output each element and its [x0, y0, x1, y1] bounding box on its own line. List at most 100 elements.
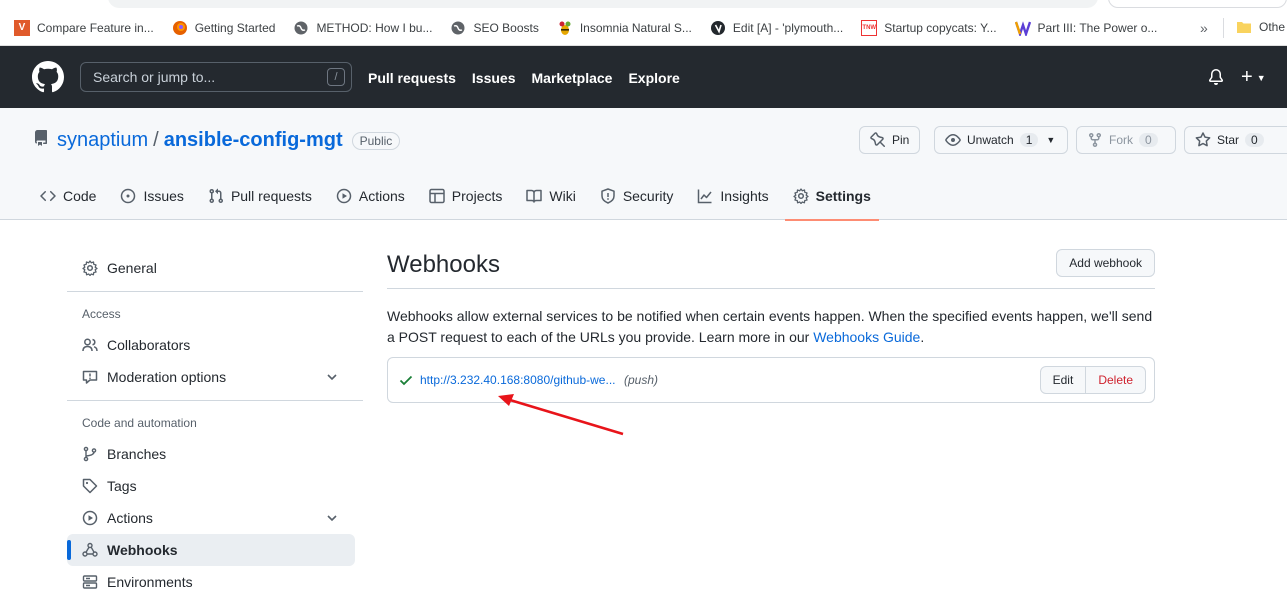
edit-webhook-button[interactable]: Edit [1039, 366, 1087, 394]
webhook-url-link[interactable]: http://3.232.40.168:8080/github-we... [420, 373, 615, 387]
sidebar-item-webhooks[interactable]: Webhooks [67, 534, 355, 566]
medium-icon [1014, 20, 1031, 36]
firefox-icon [172, 20, 188, 36]
profile-pill[interactable] [1108, 0, 1287, 8]
tab-projects[interactable]: Projects [421, 178, 511, 220]
bookmark-label: Getting Started [194, 20, 276, 35]
table-icon [429, 188, 445, 204]
browser-toolbar [0, 0, 1287, 10]
tab-label: Issues [143, 188, 184, 204]
tab-wiki[interactable]: Wiki [518, 178, 583, 220]
code-icon [40, 188, 56, 204]
more-bookmarks-button[interactable]: » [1200, 20, 1208, 36]
sidebar-divider [67, 400, 363, 401]
shield-icon [600, 188, 616, 204]
add-webhook-button[interactable]: Add webhook [1056, 249, 1155, 277]
other-bookmarks[interactable]: Othe [1236, 19, 1285, 35]
tag-icon [82, 478, 98, 494]
sidebar-item-label: General [107, 260, 157, 276]
tab-label: Projects [451, 188, 503, 204]
sidebar-item-general[interactable]: General [67, 252, 355, 284]
bookmark[interactable]: TNW Startup copycats: Y... [861, 19, 997, 36]
tab-label: Insights [720, 188, 769, 204]
bookmark-label: Insomnia Natural S... [579, 20, 692, 35]
bookmark-label: Compare Feature in... [37, 20, 154, 35]
fork-button[interactable]: Fork 0 [1076, 126, 1176, 154]
bookmark[interactable]: Part III: The Power o... [1014, 20, 1157, 36]
sidebar-item-actions[interactable]: Actions [67, 502, 355, 534]
search-input[interactable]: Search or jump to... / [80, 62, 352, 92]
bookmark-label: METHOD: How I bu... [316, 20, 433, 35]
star-count: 0 [1245, 133, 1264, 147]
nav-pull-requests[interactable]: Pull requests [368, 70, 456, 86]
visibility-badge: Public [351, 131, 401, 150]
delete-webhook-button[interactable]: Delete [1086, 366, 1146, 394]
tab-issues[interactable]: Issues [112, 178, 191, 220]
webhooks-guide-link[interactable]: Webhooks Guide [813, 329, 920, 345]
chevron-down-icon[interactable] [326, 370, 338, 386]
repo-icon [33, 129, 49, 152]
unwatch-button[interactable]: Unwatch 1 ▼ [934, 126, 1068, 154]
bee-icon [557, 20, 573, 36]
sidebar-item-label: Tags [107, 478, 137, 494]
fork-label: Fork [1109, 133, 1133, 147]
nav-explore[interactable]: Explore [628, 70, 679, 86]
tab-pull-requests[interactable]: Pull requests [200, 178, 320, 220]
wordpress-icon [710, 20, 726, 36]
bookmark[interactable]: V Compare Feature in... [14, 19, 154, 36]
play-icon [82, 510, 98, 526]
chevron-down-icon[interactable] [326, 511, 338, 527]
sidebar-item-collaborators[interactable]: Collaborators [67, 329, 355, 361]
unwatch-label: Unwatch [967, 133, 1014, 147]
star-label: Star [1217, 133, 1240, 147]
tab-settings[interactable]: Settings [784, 178, 880, 221]
repo-header: synaptium / ansible-config-mgt Public Pi… [0, 108, 1287, 221]
server-icon [82, 574, 98, 590]
tab-label: Settings [815, 188, 871, 204]
sidebar-item-moderation[interactable]: Moderation options [67, 361, 355, 393]
sidebar-item-environments[interactable]: Environments [67, 566, 355, 598]
bookmark[interactable]: Getting Started [172, 20, 276, 36]
address-bar[interactable] [108, 0, 1098, 8]
bookmark[interactable]: Edit [A] - 'plymouth... [710, 20, 843, 36]
repo-owner-link[interactable]: synaptium [57, 129, 148, 152]
sidebar-item-tags[interactable]: Tags [67, 470, 355, 502]
github-header: Search or jump to... / Pull requests Iss… [0, 46, 1287, 108]
star-icon [1195, 132, 1211, 148]
sidebar-divider [67, 291, 363, 292]
github-logo-icon[interactable] [32, 61, 64, 93]
gear-icon [82, 260, 98, 276]
fork-icon [1087, 132, 1103, 148]
fork-count: 0 [1139, 133, 1158, 147]
title-divider [387, 288, 1155, 289]
pull-request-icon [208, 188, 224, 204]
nav-marketplace[interactable]: Marketplace [532, 70, 613, 86]
sidebar-item-label: Environments [107, 574, 193, 590]
globe-icon [293, 20, 309, 36]
tab-insights[interactable]: Insights [689, 178, 776, 220]
create-new-menu[interactable]: + ▼ [1241, 66, 1266, 89]
bookmark[interactable]: METHOD: How I bu... [293, 20, 432, 36]
check-icon [398, 372, 414, 391]
pin-icon [870, 132, 886, 148]
repo-name-link[interactable]: ansible-config-mgt [164, 129, 343, 152]
tab-label: Actions [358, 188, 405, 204]
page-title: Webhooks [387, 251, 500, 278]
sidebar-item-branches[interactable]: Branches [67, 438, 355, 470]
tab-actions[interactable]: Actions [328, 178, 413, 220]
bookmark[interactable]: SEO Boosts [450, 20, 539, 36]
tab-security[interactable]: Security [592, 178, 682, 220]
tab-code[interactable]: Code [32, 178, 104, 220]
sidebar-item-label: Collaborators [107, 337, 191, 353]
bell-icon[interactable] [1208, 69, 1224, 88]
tab-label: Wiki [549, 188, 576, 204]
pin-button[interactable]: Pin [859, 126, 921, 154]
caret-down-icon: ▼ [1046, 135, 1056, 145]
nav-issues[interactable]: Issues [472, 70, 516, 86]
bookmark[interactable]: Insomnia Natural S... [557, 20, 692, 36]
settings-sidebar: General Access Collaborators Moderation … [67, 248, 363, 598]
star-button[interactable]: Star 0 [1184, 126, 1287, 154]
webhook-actions: Edit Delete [1039, 366, 1146, 394]
folder-icon [1236, 19, 1252, 35]
tab-label: Security [622, 188, 674, 204]
